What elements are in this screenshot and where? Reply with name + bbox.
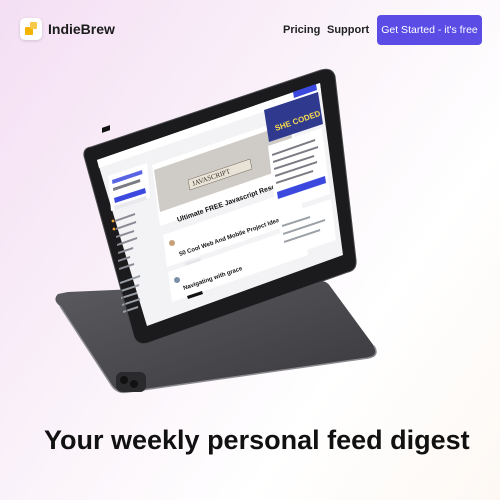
tablet-illustration: JAVASCRIPT Ultimate FREE Javascript Reso… [0,60,500,420]
nav-link-pricing[interactable]: Pricing [283,24,320,36]
logo-icon[interactable] [20,18,42,40]
camera-lens-icon [120,376,128,384]
top-navbar: IndieBrew Pricing Support Get Started - … [0,0,500,60]
dev-logo-icon [102,125,110,133]
avatar[interactable] [174,277,180,283]
hero-headline: Your weekly personal feed digest [44,425,470,455]
camera-lens-icon [130,380,138,388]
tablet-svg: JAVASCRIPT Ultimate FREE Javascript Reso… [55,68,377,394]
avatar[interactable] [169,240,175,246]
nav-link-support[interactable]: Support [327,24,369,36]
get-started-button[interactable]: Get Started - it's free [377,15,482,45]
brand-name[interactable]: IndieBrew [48,21,115,37]
